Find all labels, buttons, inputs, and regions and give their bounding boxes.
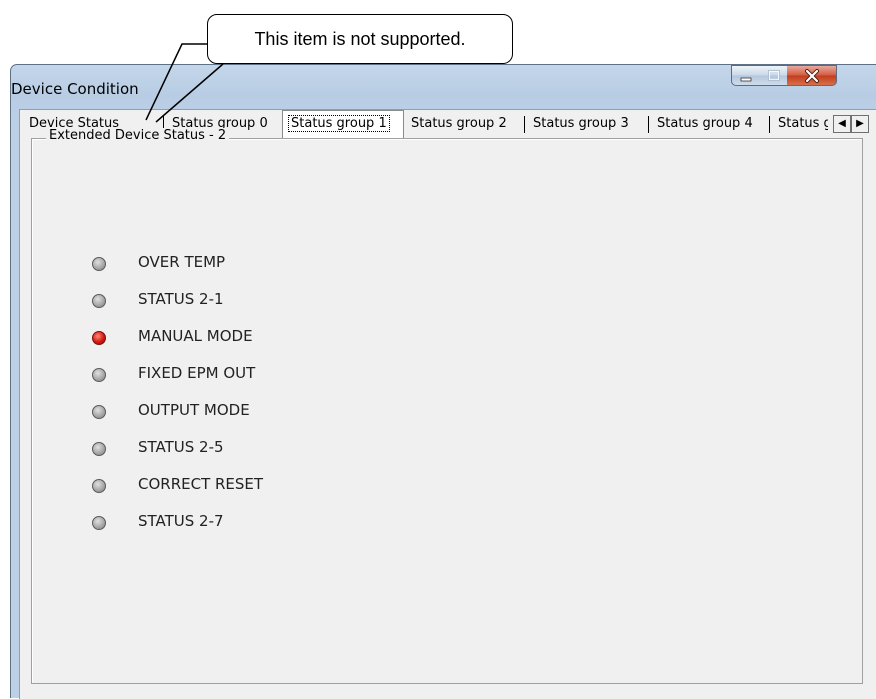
status-row-fixed-epm-out: FIXED EPM OUT [92,363,492,387]
window-title: Device Condition [11,80,139,98]
minimize-button[interactable] [731,65,761,86]
led-indicator-icon [92,331,106,345]
led-indicator-icon [92,294,106,308]
led-indicator-icon [92,516,106,530]
tab-label: Status group 1 [288,115,390,132]
status-row-over-temp: OVER TEMP [92,252,492,276]
callout-text: This item is not supported. [254,28,466,49]
status-row-correct-reset: CORRECT RESET [92,474,492,498]
tab-divider [769,116,770,133]
status-row-manual-mode: MANUAL MODE [92,326,492,350]
led-indicator-icon [92,442,106,456]
status-row-status-2-1: STATUS 2-1 [92,289,492,313]
callout-balloon: This item is not supported. [207,14,513,64]
status-label: STATUS 2-1 [138,290,224,308]
tab-status-group-1[interactable]: Status group 1 [282,110,404,138]
status-label: OVER TEMP [138,253,226,271]
group-title: Extended Device Status - 2 [46,128,230,143]
tab-label: Status group 4 [657,116,753,131]
tab-label: Status group 5 [778,116,828,131]
status-row-output-mode: OUTPUT MODE [92,400,492,424]
tab-status-group-2[interactable]: Status group 2 [406,112,526,136]
status-label: FIXED EPM OUT [138,364,256,382]
tab-divider [648,116,649,133]
arrow-right-icon: ▶ [856,118,864,129]
tab-label: Status group 3 [533,116,629,131]
led-indicator-icon [92,368,106,382]
status-label: OUTPUT MODE [138,401,250,419]
tab-scroll-left-button[interactable]: ◀ [833,115,851,133]
led-indicator-icon [92,479,106,493]
close-icon [805,69,819,83]
status-label: CORRECT RESET [138,475,264,493]
maximize-button[interactable] [760,65,788,86]
led-indicator-icon [92,405,106,419]
tab-scroll-right-button[interactable]: ▶ [851,115,869,133]
status-label: MANUAL MODE [138,327,253,345]
tab-status-group-3[interactable]: Status group 3 [528,112,651,136]
maximize-icon [768,70,780,81]
status-row-status-2-5: STATUS 2-5 [92,437,492,461]
tab-divider [524,116,525,133]
status-label: STATUS 2-7 [138,512,224,530]
arrow-left-icon: ◀ [838,118,846,129]
tab-label: Status group 2 [411,116,507,131]
title-bar[interactable]: Device Condition [11,65,876,109]
tab-status-group-4[interactable]: Status group 4 [652,112,773,136]
led-indicator-icon [92,257,106,271]
close-button[interactable] [787,65,837,86]
minimize-icon [740,77,752,82]
status-label: STATUS 2-5 [138,438,224,456]
status-row-status-2-7: STATUS 2-7 [92,511,492,535]
tab-status-group-5[interactable]: Status group 5 [773,112,828,136]
